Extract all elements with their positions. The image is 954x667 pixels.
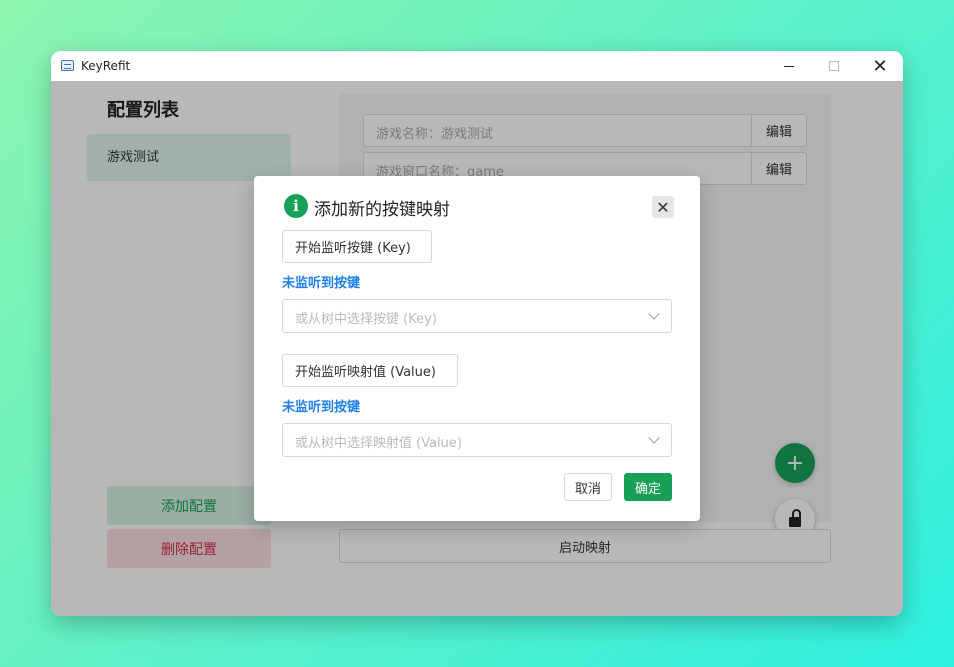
close-icon: ✕ <box>656 197 670 217</box>
value-status-text: 未监听到按键 <box>282 400 361 415</box>
info-icon: i <box>284 194 308 218</box>
key-select-placeholder: 或从树中选择按键 (Key) <box>295 312 437 327</box>
window-close-button[interactable]: ✕ <box>857 51 903 81</box>
minimize-icon <box>784 65 794 67</box>
key-status-text: 未监听到按键 <box>282 276 361 291</box>
close-icon: ✕ <box>872 55 888 77</box>
value-select[interactable]: 或从树中选择映射值 (Value) <box>282 423 672 457</box>
listen-key-button[interactable]: 开始监听按键 (Key) <box>282 230 432 263</box>
maximize-button[interactable] <box>811 51 857 81</box>
listen-value-button[interactable]: 开始监听映射值 (Value) <box>282 354 458 387</box>
chevron-down-icon <box>648 308 660 320</box>
content-area: 配置列表 游戏测试 添加配置 删除配置 游戏名称：游戏测试 编辑 游戏窗口名称：… <box>51 81 903 616</box>
maximize-icon <box>829 61 839 71</box>
add-mapping-dialog: i 添加新的按键映射 ✕ 开始监听按键 (Key) 未监听到按键 或从树中选择按… <box>254 176 700 521</box>
dialog-close-button[interactable]: ✕ <box>652 196 674 218</box>
chevron-down-icon <box>648 432 660 444</box>
confirm-button[interactable]: 确定 <box>624 473 672 501</box>
title-bar[interactable]: KeyRefit ✕ <box>51 51 903 81</box>
key-select[interactable]: 或从树中选择按键 (Key) <box>282 299 672 333</box>
window-title: KeyRefit <box>81 59 131 73</box>
value-select-placeholder: 或从树中选择映射值 (Value) <box>295 436 462 451</box>
minimize-button[interactable] <box>766 51 812 81</box>
keyboard-icon <box>61 60 74 71</box>
cancel-button[interactable]: 取消 <box>564 473 612 501</box>
app-window: KeyRefit ✕ 配置列表 游戏测试 添加配置 删除配置 游戏名称：游戏测试… <box>51 51 903 616</box>
dialog-title: 添加新的按键映射 <box>314 200 450 220</box>
